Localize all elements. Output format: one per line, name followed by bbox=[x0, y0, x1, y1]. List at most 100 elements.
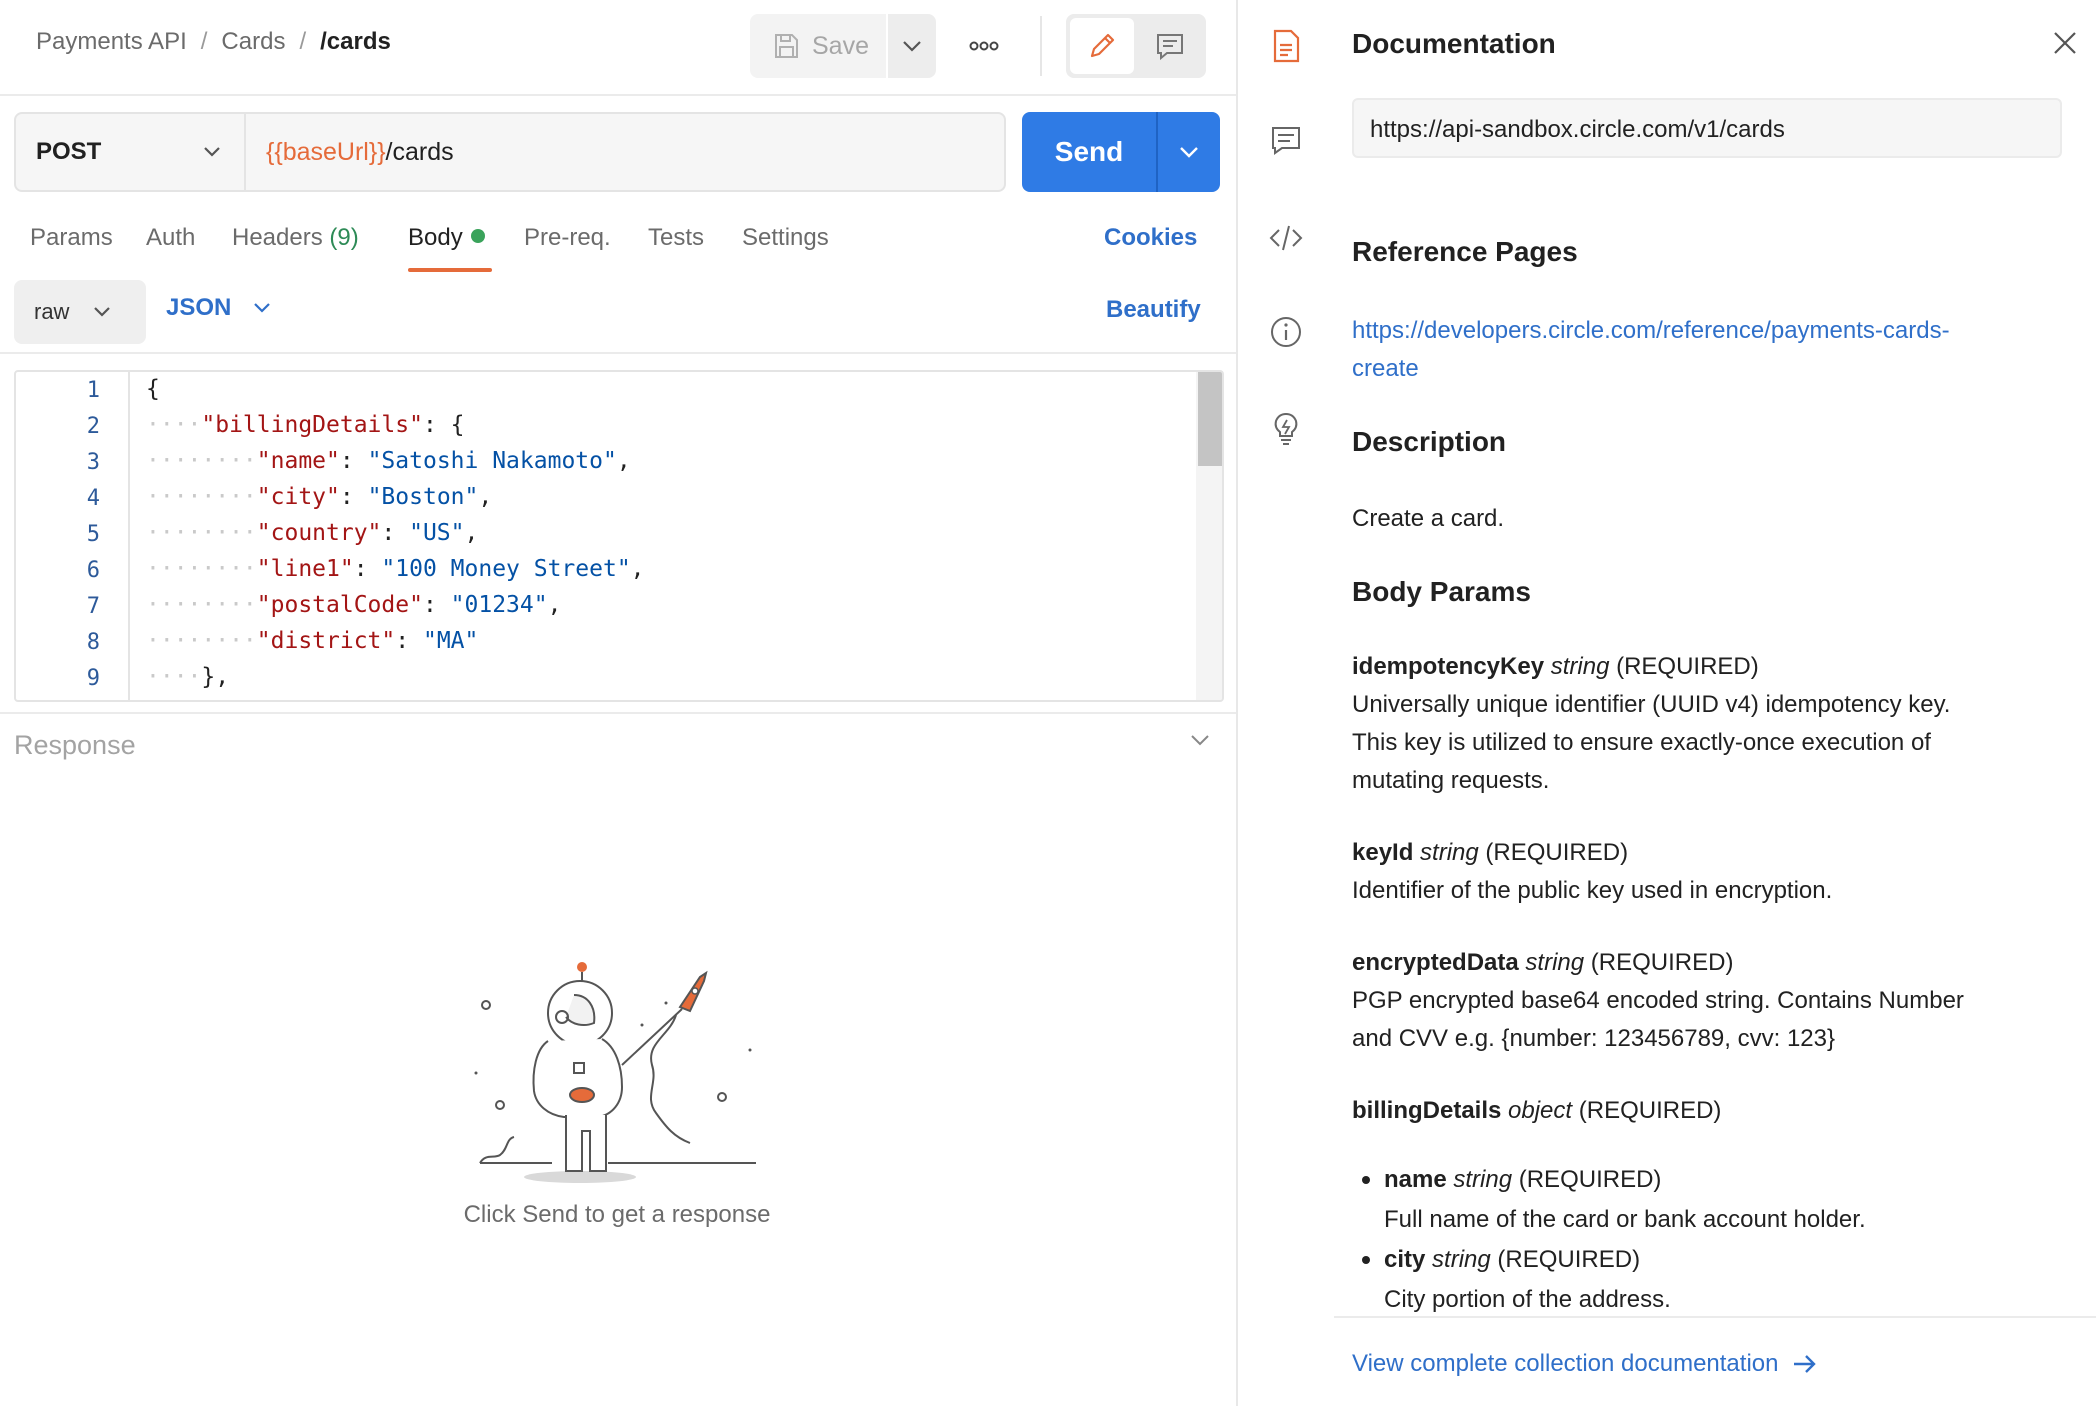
response-title: Response bbox=[14, 730, 136, 760]
tab-body-label: Body bbox=[408, 224, 463, 251]
beautify-button[interactable]: Beautify bbox=[1106, 296, 1201, 324]
body-format-label: JSON bbox=[166, 294, 232, 321]
scrollbar-thumb[interactable] bbox=[1198, 372, 1222, 466]
divider bbox=[0, 352, 1236, 354]
close-icon[interactable] bbox=[2052, 30, 2078, 56]
chevron-down-icon bbox=[1180, 147, 1198, 158]
view-mode-toggle bbox=[1066, 14, 1206, 78]
toolbar-divider bbox=[1040, 16, 1042, 76]
code-icon[interactable] bbox=[1268, 220, 1304, 256]
line-number: 2 bbox=[86, 414, 100, 439]
more-icon bbox=[969, 41, 999, 51]
line-number: 8 bbox=[86, 630, 100, 655]
chevron-down-icon bbox=[94, 307, 111, 317]
code-line: ········"country": "US", bbox=[146, 520, 479, 546]
request-url-bar: POST {{baseUrl}}/cards bbox=[14, 112, 1006, 192]
reference-link[interactable]: https://developers.circle.com/reference/… bbox=[1352, 312, 2052, 388]
method-select[interactable]: POST bbox=[16, 114, 246, 190]
documentation-icon[interactable] bbox=[1268, 28, 1304, 64]
breadcrumb-separator: / bbox=[200, 28, 208, 55]
send-button[interactable]: Send bbox=[1022, 112, 1156, 192]
code-line: ········"line1": "100 Money Street", bbox=[146, 556, 645, 582]
tab-tests[interactable]: Tests bbox=[648, 224, 704, 252]
line-number: 7 bbox=[86, 594, 100, 619]
request-url-field[interactable]: https://api-sandbox.circle.com/v1/cards bbox=[1352, 98, 2062, 158]
tab-prereq[interactable]: Pre-req. bbox=[524, 224, 611, 252]
response-empty-message: Click Send to get a response bbox=[463, 1201, 771, 1228]
pencil-icon bbox=[1090, 33, 1115, 58]
comment-icon bbox=[1157, 34, 1183, 61]
description-text: Create a card. bbox=[1352, 505, 1505, 532]
url-path: /cards bbox=[385, 138, 454, 166]
breadcrumb-request[interactable]: /cards bbox=[320, 28, 391, 56]
headers-count: (9) bbox=[329, 224, 359, 251]
param-keyId: keyId string (REQUIRED) Identifier of th… bbox=[1352, 839, 1833, 904]
param-billingDetails: billingDetails object (REQUIRED) bbox=[1352, 1097, 1722, 1124]
chevron-down-icon[interactable] bbox=[1190, 734, 1210, 746]
breadcrumb-folder[interactable]: Cards bbox=[221, 28, 285, 56]
body-status-dot bbox=[470, 229, 485, 243]
arrow-right-icon bbox=[1794, 1355, 1817, 1373]
divider bbox=[1334, 1316, 2096, 1318]
param-idempotencyKey: idempotencyKey string (REQUIRED) Univers… bbox=[1352, 653, 1951, 794]
line-number: 1 bbox=[86, 378, 100, 403]
reference-pages-heading: Reference Pages bbox=[1352, 236, 1578, 267]
chevron-down-icon bbox=[204, 147, 220, 157]
bullet-dot bbox=[1362, 1256, 1370, 1264]
tab-auth[interactable]: Auth bbox=[146, 224, 195, 252]
lightbulb-icon[interactable] bbox=[1268, 410, 1304, 446]
send-button-group: Send bbox=[1022, 112, 1220, 192]
cookies-link[interactable]: Cookies bbox=[1104, 224, 1197, 252]
code-line: ········"district": "MA" bbox=[146, 628, 479, 654]
chevron-down-icon bbox=[254, 303, 271, 313]
chevron-down-icon bbox=[903, 41, 921, 52]
tab-params[interactable]: Params bbox=[30, 224, 113, 252]
divider bbox=[0, 712, 1236, 714]
documentation-panel: Documentation https://api-sandbox.circle… bbox=[1236, 0, 2096, 1406]
code-editor[interactable]: 1 2 3 4 5 6 7 8 9 { ····"billingDetails"… bbox=[14, 370, 1224, 702]
save-label: Save bbox=[812, 31, 869, 60]
param-encryptedData: encryptedData string (REQUIRED) PGP encr… bbox=[1352, 949, 1964, 1052]
code-line: ····}, bbox=[146, 664, 230, 690]
send-options-button[interactable] bbox=[1158, 112, 1220, 192]
edit-mode-button[interactable] bbox=[1070, 18, 1134, 74]
save-options-button[interactable] bbox=[888, 14, 936, 78]
url-variable: {{baseUrl}} bbox=[266, 138, 386, 166]
breadcrumb: Payments API / Cards / /cards bbox=[36, 28, 391, 56]
documentation-title: Documentation bbox=[1352, 28, 1556, 59]
save-icon bbox=[775, 34, 798, 58]
code-line: ········"city": "Boston", bbox=[146, 484, 493, 510]
tab-settings[interactable]: Settings bbox=[742, 224, 829, 252]
request-header: Payments API / Cards / /cards Save bbox=[0, 0, 1236, 96]
active-tab-indicator bbox=[408, 268, 492, 272]
editor-scrollbar[interactable] bbox=[1196, 372, 1222, 700]
info-icon[interactable] bbox=[1268, 314, 1304, 350]
breadcrumb-separator: / bbox=[299, 28, 307, 55]
body-params-heading: Body Params bbox=[1352, 576, 1531, 607]
view-collection-docs-link[interactable]: View complete collection documentation bbox=[1352, 1350, 1818, 1378]
comment-icon[interactable] bbox=[1268, 122, 1304, 158]
code-line: ····"billingDetails": { bbox=[146, 412, 465, 438]
url-input[interactable]: {{baseUrl}}/cards bbox=[266, 138, 454, 167]
line-number: 6 bbox=[86, 558, 100, 583]
line-number: 4 bbox=[86, 486, 100, 511]
tab-body[interactable]: Body bbox=[408, 224, 485, 252]
tab-headers[interactable]: Headers (9) bbox=[232, 224, 359, 252]
body-format-select[interactable]: JSON bbox=[166, 294, 271, 322]
code-content: { ····"billingDetails": { ········"name"… bbox=[132, 372, 1192, 700]
code-line: ········"postalCode": "01234", bbox=[146, 592, 562, 618]
line-number: 9 bbox=[86, 666, 100, 691]
comment-mode-button[interactable] bbox=[1138, 18, 1202, 74]
breadcrumb-collection[interactable]: Payments API bbox=[36, 28, 187, 56]
save-button[interactable]: Save bbox=[750, 14, 886, 78]
line-number: 3 bbox=[86, 450, 100, 475]
line-number-gutter: 1 2 3 4 5 6 7 8 9 bbox=[16, 372, 130, 700]
line-number: 5 bbox=[86, 522, 100, 547]
code-line: { bbox=[146, 376, 160, 402]
body-mode-select[interactable]: raw bbox=[14, 280, 146, 344]
code-line: ········"name": "Satoshi Nakamoto", bbox=[146, 448, 631, 474]
more-actions-button[interactable] bbox=[960, 22, 1008, 70]
bullet-dot bbox=[1362, 1176, 1370, 1184]
body-mode-label: raw bbox=[34, 299, 70, 324]
description-heading: Description bbox=[1352, 426, 1507, 457]
